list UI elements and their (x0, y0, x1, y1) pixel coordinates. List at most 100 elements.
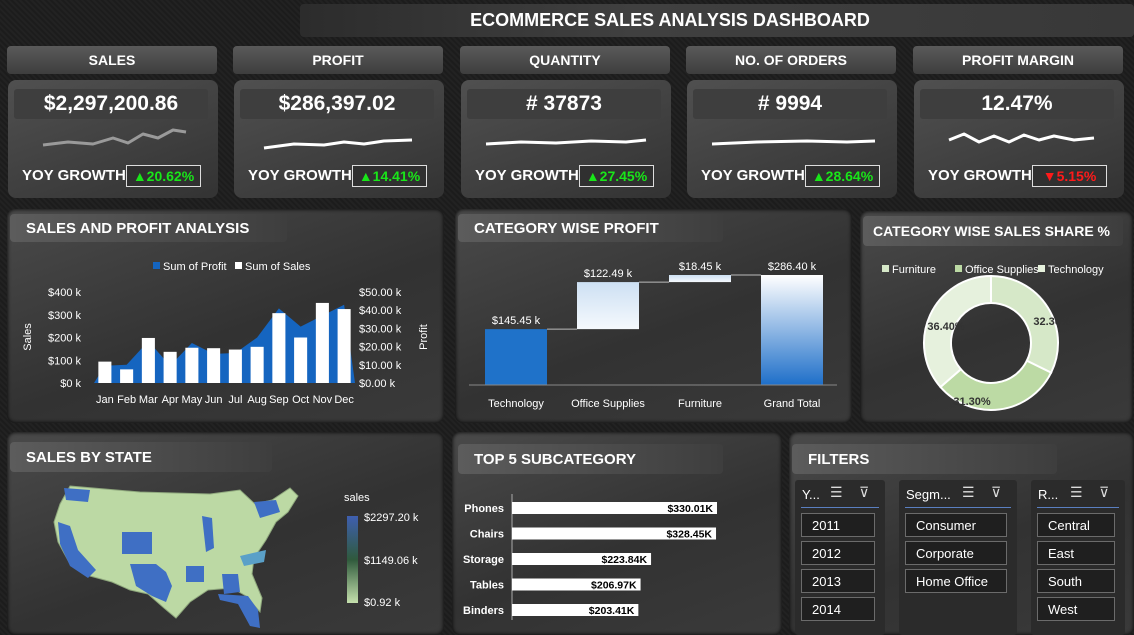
clear-filter-icon[interactable]: ⊽ (1099, 484, 1109, 501)
state-washington (64, 488, 90, 502)
slicer-item[interactable]: 2014 (801, 597, 875, 621)
kpi-title: SALES (7, 46, 217, 74)
kpi-card: $286,397.02 YOY GROWTH ▲14.41% (234, 80, 444, 198)
sales-bar (250, 346, 264, 383)
sales-bar (315, 302, 329, 383)
sales-bar (207, 348, 221, 383)
x-tick-label: May (181, 394, 202, 406)
data-label: $223.84K (602, 554, 648, 566)
slicer-item[interactable]: Central (1037, 513, 1115, 537)
clear-filter-icon[interactable]: ⊽ (991, 484, 1001, 501)
sales-bar (272, 313, 286, 383)
filters-header: FILTERS (792, 444, 1057, 474)
legend-swatch-sales (235, 262, 242, 269)
x-tick-label: Sep (269, 394, 289, 406)
map-legend-gradient (347, 516, 358, 603)
kpi-value: # 9994 (693, 89, 887, 119)
yoy-label: YOY GROWTH (22, 167, 126, 184)
yoy-label: YOY GROWTH (928, 167, 1032, 184)
data-label: $206.97K (591, 580, 637, 592)
kpi-card: $2,297,200.86 YOY GROWTH ▲20.62% (8, 80, 218, 198)
category-profit-header: CATEGORY WISE PROFIT (458, 214, 723, 242)
legend-swatch (955, 265, 962, 272)
slicer-item[interactable]: 2011 (801, 513, 875, 537)
clear-filter-icon[interactable]: ⊽ (859, 484, 869, 501)
multi-select-icon[interactable]: ☰ (1070, 484, 1083, 501)
y2-tick-label: $40.00 k (359, 305, 402, 317)
map-legend-min: $0.92 k (364, 597, 401, 609)
x-tick-label: Mar (139, 394, 158, 406)
x-tick-label: Furniture (678, 398, 722, 410)
y-tick-label: Tables (470, 580, 504, 592)
sales-profit-chart: Sum of Profit Sum of Sales $0 k $100 k $200 … (22, 261, 430, 406)
legend-label: Furniture (892, 264, 936, 276)
slicer-header: R... (1038, 487, 1059, 502)
yoy-growth-value: ▲20.62% (126, 165, 201, 187)
slicer-item[interactable]: 2013 (801, 569, 875, 593)
data-label: $122.49 k (584, 268, 633, 280)
multi-select-icon[interactable]: ☰ (962, 484, 975, 501)
sales-bar (185, 347, 199, 383)
x-tick-label: Jun (205, 394, 223, 406)
dashboard-title: ECOMMERCE SALES ANALYSIS DASHBOARD (470, 10, 870, 30)
category-profit-waterfall: $145.45 k Technology $122.49 k Office Suppl… (469, 261, 837, 410)
top5-header: TOP 5 SUBCATEGORY (458, 444, 723, 474)
y-tick-label: $100 k (48, 355, 82, 367)
kpi-sparkline (948, 132, 1095, 144)
y2-tick-label: $10.00 k (359, 360, 402, 372)
yoy-label: YOY GROWTH (475, 167, 579, 184)
y-tick-label: $300 k (48, 310, 82, 322)
sales-by-state-header: SALES BY STATE (10, 442, 272, 472)
kpi-title: NO. OF ORDERS (686, 46, 896, 74)
data-label: 32.30% (1033, 316, 1071, 328)
y-axis-label: Sales (22, 323, 34, 351)
category-share-donut: Furniture Office Supplies Technology 32.30%… (882, 264, 1104, 411)
waterfall-bar (485, 329, 547, 385)
kpi-value: $286,397.02 (240, 89, 434, 119)
kpi-card: # 37873 YOY GROWTH ▲27.45% (461, 80, 671, 198)
kpi-value: $2,297,200.86 (14, 89, 208, 119)
x-tick-label: Nov (313, 394, 333, 406)
x-tick-label: Apr (162, 394, 179, 406)
map-legend-title: sales (344, 492, 370, 504)
waterfall-bar (761, 275, 823, 385)
slicer-header-underline (1037, 507, 1119, 508)
x-tick-label: Aug (247, 394, 267, 406)
y-tick-label: Storage (463, 554, 504, 566)
y-tick-label: $200 k (48, 333, 82, 345)
slicer-item[interactable]: West (1037, 597, 1115, 621)
y-tick-label: $400 k (48, 287, 82, 299)
legend-label: Technology (1048, 264, 1104, 276)
kpi-sparkline (711, 139, 876, 146)
y2-tick-label: $0.00 k (359, 378, 396, 390)
slicer-item[interactable]: 2012 (801, 541, 875, 565)
x-tick-label: Jul (228, 394, 242, 406)
slicer-header-underline (801, 507, 879, 508)
slicer-item[interactable]: Home Office (905, 569, 1007, 593)
sales-bar (141, 337, 155, 383)
data-label: $330.01K (667, 503, 713, 515)
x-tick-label: Feb (117, 394, 136, 406)
slicer-item[interactable]: South (1037, 569, 1115, 593)
yoy-growth-value: ▼5.15% (1032, 165, 1107, 187)
slicer-item[interactable]: Corporate (905, 541, 1007, 565)
data-label: $286.40 k (768, 261, 817, 273)
us-sales-map[interactable] (40, 478, 310, 635)
kpi-sparkline (263, 138, 413, 150)
legend-label: Office Supplies (965, 264, 1039, 276)
slicer-header-underline (905, 507, 1011, 508)
data-label: 36.40% (927, 321, 965, 333)
legend-swatch (1038, 265, 1045, 272)
data-label: 31.30% (953, 396, 991, 408)
category-share-header: CATEGORY WISE SALES SHARE % (863, 216, 1123, 246)
kpi-title: PROFIT (233, 46, 443, 74)
slicer-item[interactable]: Consumer (905, 513, 1007, 537)
kpi-sparkline (485, 138, 647, 146)
slicer-item[interactable]: East (1037, 541, 1115, 565)
data-label: $203.41K (589, 605, 635, 617)
multi-select-icon[interactable]: ☰ (830, 484, 843, 501)
state-arkansas (186, 566, 204, 582)
sales-bar (294, 337, 308, 383)
sales-bar (120, 369, 134, 383)
x-tick-label: Grand Total (764, 398, 821, 410)
